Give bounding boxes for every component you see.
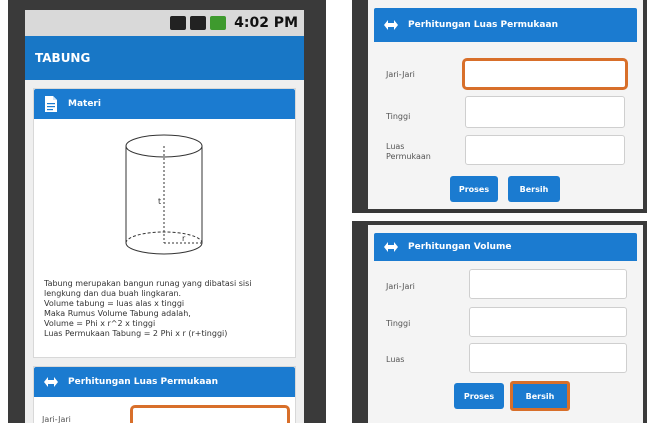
tinggi-input[interactable] xyxy=(465,96,625,128)
luas-permukaan-card: Perhitungan Luas Permukaan Jari-Jari Tin… xyxy=(374,8,637,208)
status-bar: 4:02 PM xyxy=(25,10,304,36)
volume-proses-button[interactable]: Proses xyxy=(454,383,504,409)
materi-card: Materi t r Tabung merupakan bangun runag… xyxy=(33,88,296,358)
luas-title-left: Perhitungan Luas Permukaan xyxy=(68,377,218,387)
app-title: TABUNG xyxy=(35,51,91,65)
luas-permukaan-label-2: Permukaan xyxy=(386,152,431,161)
volume-tinggi-input[interactable] xyxy=(469,307,627,337)
volume-header: Perhitungan Volume xyxy=(374,233,637,261)
materi-line: Volume = Phi x r^2 x tinggi xyxy=(44,319,156,328)
materi-header: Materi xyxy=(34,89,295,119)
bersih-button[interactable]: Bersih xyxy=(508,176,560,202)
volume-jari-jari-label: Jari-Jari xyxy=(386,282,415,291)
materi-line: Maka Rumus Volume Tabung adalah, xyxy=(44,309,191,318)
luas-permukaan-card-left: Perhitungan Luas Permukaan Jari-Jari xyxy=(33,366,296,423)
calculate-icon xyxy=(384,242,398,252)
phone-screen-right-top: Perhitungan Luas Permukaan Jari-Jari Tin… xyxy=(368,0,643,209)
jari-jari-label: Jari-Jari xyxy=(386,70,415,79)
volume-luas-input[interactable] xyxy=(469,343,627,373)
materi-title: Materi xyxy=(68,99,101,109)
materi-line: Tabung merupakan bangun runag yang dibat… xyxy=(44,279,252,288)
volume-card: Perhitungan Volume Jari-Jari Tinggi Luas… xyxy=(374,233,637,423)
volume-bersih-button[interactable]: Bersih xyxy=(510,381,570,411)
luas-permukaan-label-1: Luas xyxy=(386,142,405,151)
tinggi-label: Tinggi xyxy=(386,112,411,121)
volume-luas-label: Luas xyxy=(386,355,405,364)
calculate-icon xyxy=(384,20,398,30)
document-icon xyxy=(45,96,57,112)
status-time: 4:02 PM xyxy=(234,15,298,31)
calculate-icon xyxy=(44,377,58,387)
proses-button[interactable]: Proses xyxy=(450,176,498,202)
materi-line: lengkung dan dua buah lingkaran. xyxy=(44,289,182,298)
jari-jari-input-left[interactable] xyxy=(130,405,290,423)
luas-header: Perhitungan Luas Permukaan xyxy=(374,8,637,42)
phone-screen-right-bottom: Perhitungan Volume Jari-Jari Tinggi Luas… xyxy=(368,225,643,423)
volume-jari-jari-input[interactable] xyxy=(469,269,627,299)
luas-permukaan-input[interactable] xyxy=(465,135,625,165)
phone-screen-left: 4:02 PM TABUNG Materi t r Tabung merupak… xyxy=(25,10,304,423)
volume-tinggi-label: Tinggi xyxy=(386,319,411,328)
jari-jari-label-left: Jari-Jari xyxy=(42,415,71,423)
notification-icon xyxy=(170,16,187,30)
materi-line: Volume tabung = luas alas x tinggi xyxy=(44,299,185,308)
luas-header-left: Perhitungan Luas Permukaan xyxy=(34,367,295,397)
app-title-bar: TABUNG xyxy=(25,36,304,80)
signal-icon xyxy=(190,16,207,30)
height-label: t xyxy=(158,197,162,206)
cylinder-diagram xyxy=(125,134,203,255)
volume-title: Perhitungan Volume xyxy=(408,242,512,252)
jari-jari-input[interactable] xyxy=(462,58,628,90)
battery-icon xyxy=(210,16,227,30)
materi-line: Luas Permukaan Tabung = 2 Phi x r (r+tin… xyxy=(44,329,228,338)
radius-label: r xyxy=(182,234,186,243)
luas-title: Perhitungan Luas Permukaan xyxy=(408,20,558,30)
